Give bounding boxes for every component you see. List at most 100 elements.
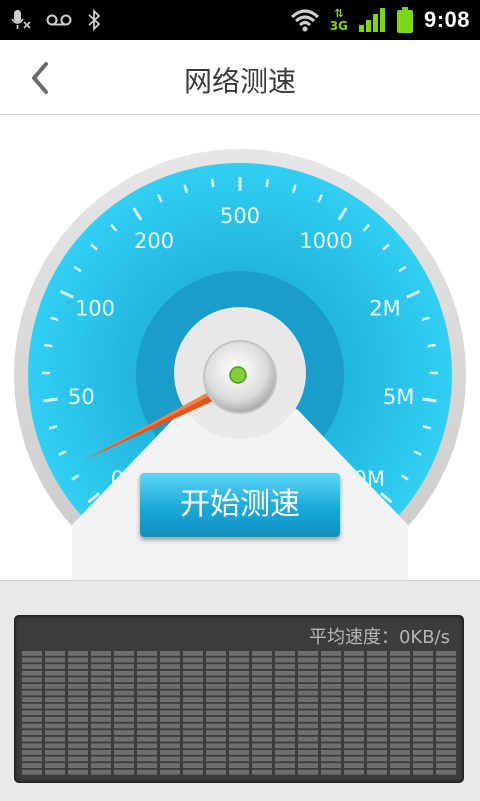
speed-bar-cell xyxy=(367,651,387,656)
speed-bar-cell xyxy=(45,704,65,709)
speed-bar-cell xyxy=(413,704,433,709)
speed-bar-cell xyxy=(183,717,203,722)
speed-bar-cell xyxy=(45,710,65,715)
speed-bar-cell xyxy=(275,691,295,696)
speed-bar-cell xyxy=(137,717,157,722)
speed-bar-cell xyxy=(298,664,318,669)
speed-bar-cell xyxy=(137,704,157,709)
speed-bar-cell xyxy=(137,757,157,762)
speed-bar-cell xyxy=(390,677,410,682)
speed-bar-cell xyxy=(390,770,410,775)
speed-meter: 平均速度：0KB/s xyxy=(14,615,464,783)
speed-bar-cell xyxy=(298,717,318,722)
speed-bar-cell xyxy=(206,770,226,775)
speed-bar-cell xyxy=(91,704,111,709)
speed-bar-cell xyxy=(206,724,226,729)
speed-bar-cell xyxy=(206,651,226,656)
speed-bar-cell xyxy=(413,750,433,755)
speed-bar-cell xyxy=(275,697,295,702)
wifi-icon xyxy=(290,7,320,33)
speed-bar-cell xyxy=(436,677,456,682)
speed-bar-cell xyxy=(344,743,364,748)
speed-bar-cell xyxy=(137,743,157,748)
speed-bar-cell xyxy=(229,737,249,742)
speed-bar-cell xyxy=(114,763,134,768)
speed-bar-cell xyxy=(390,658,410,663)
speed-bar-cell xyxy=(390,717,410,722)
speed-bar-cell xyxy=(229,651,249,656)
speed-bar-cell xyxy=(206,730,226,735)
speed-bar-cell xyxy=(68,691,88,696)
speed-bar-cell xyxy=(413,697,433,702)
speed-bar-cell xyxy=(137,664,157,669)
speed-bar-cell xyxy=(413,658,433,663)
speed-bar-cell xyxy=(68,684,88,689)
speed-bar-cell xyxy=(344,717,364,722)
speed-bar-cell xyxy=(367,737,387,742)
speed-bar-cell xyxy=(436,757,456,762)
speed-bar-cell xyxy=(22,684,42,689)
speed-bar-cell xyxy=(252,730,272,735)
speed-bar-cell xyxy=(160,677,180,682)
gauge-tick xyxy=(267,179,268,187)
speed-bar-cell xyxy=(344,730,364,735)
speed-bar-cell xyxy=(183,757,203,762)
speed-bar-cell xyxy=(344,697,364,702)
speed-bar-cell xyxy=(206,737,226,742)
speed-bar-cell xyxy=(229,750,249,755)
speed-bar-cell xyxy=(390,697,410,702)
speed-bar-cell xyxy=(183,704,203,709)
speed-bar-cell xyxy=(114,730,134,735)
speed-bar-cell xyxy=(413,724,433,729)
speed-bar-cell xyxy=(114,664,134,669)
speed-bar-cell xyxy=(367,717,387,722)
speed-bar-cell xyxy=(298,658,318,663)
speed-bar-cell xyxy=(298,651,318,656)
speed-bar-cell xyxy=(298,697,318,702)
speed-bar-cell xyxy=(206,710,226,715)
speed-bar-cell xyxy=(22,730,42,735)
network-type: 3G xyxy=(330,20,348,32)
speed-bar-cell xyxy=(229,664,249,669)
speed-bar-cell xyxy=(436,770,456,775)
speed-bar-cell xyxy=(413,770,433,775)
speed-bar-cell xyxy=(413,717,433,722)
speed-bar-cell xyxy=(390,737,410,742)
gauge-scale-label: 200 xyxy=(134,229,174,253)
speed-bar-cell xyxy=(68,697,88,702)
speed-bar-cell xyxy=(252,763,272,768)
speed-bar-cell xyxy=(183,677,203,682)
speed-bar-cell xyxy=(68,658,88,663)
speed-bar-cell xyxy=(321,717,341,722)
speed-bar-cell xyxy=(137,730,157,735)
speed-bar-cell xyxy=(114,671,134,676)
speed-bar-cell xyxy=(114,704,134,709)
speed-bar-cell xyxy=(390,704,410,709)
speed-bar-cell xyxy=(390,710,410,715)
speed-bar-cell xyxy=(321,763,341,768)
speed-bar-cell xyxy=(160,724,180,729)
speed-bar-cell xyxy=(229,671,249,676)
speed-bar-cell xyxy=(390,651,410,656)
speed-bar-cell xyxy=(252,704,272,709)
speed-bar-cell xyxy=(206,757,226,762)
speed-gauge-area: 05010020050010002M5M10M 开始测速 xyxy=(0,115,480,580)
speed-bar-cell xyxy=(367,704,387,709)
speed-bar-cell xyxy=(137,710,157,715)
speed-bar-cell xyxy=(160,671,180,676)
speed-bar-cell xyxy=(436,664,456,669)
speed-bar-cell xyxy=(22,770,42,775)
speed-bar-cell xyxy=(436,704,456,709)
speed-bar-cell xyxy=(275,664,295,669)
speed-bar-cell xyxy=(321,730,341,735)
speed-bar-cell xyxy=(252,677,272,682)
speed-bar-cell xyxy=(45,724,65,729)
speed-bar-cell xyxy=(321,658,341,663)
gauge-scale-label: 2M xyxy=(369,296,400,320)
start-test-button[interactable]: 开始测速 xyxy=(140,473,340,537)
speed-bar-cell xyxy=(252,724,272,729)
speed-bar-cell xyxy=(137,770,157,775)
speed-bar-cell xyxy=(252,757,272,762)
speed-bar-cell xyxy=(367,671,387,676)
speed-bar-cell xyxy=(22,750,42,755)
